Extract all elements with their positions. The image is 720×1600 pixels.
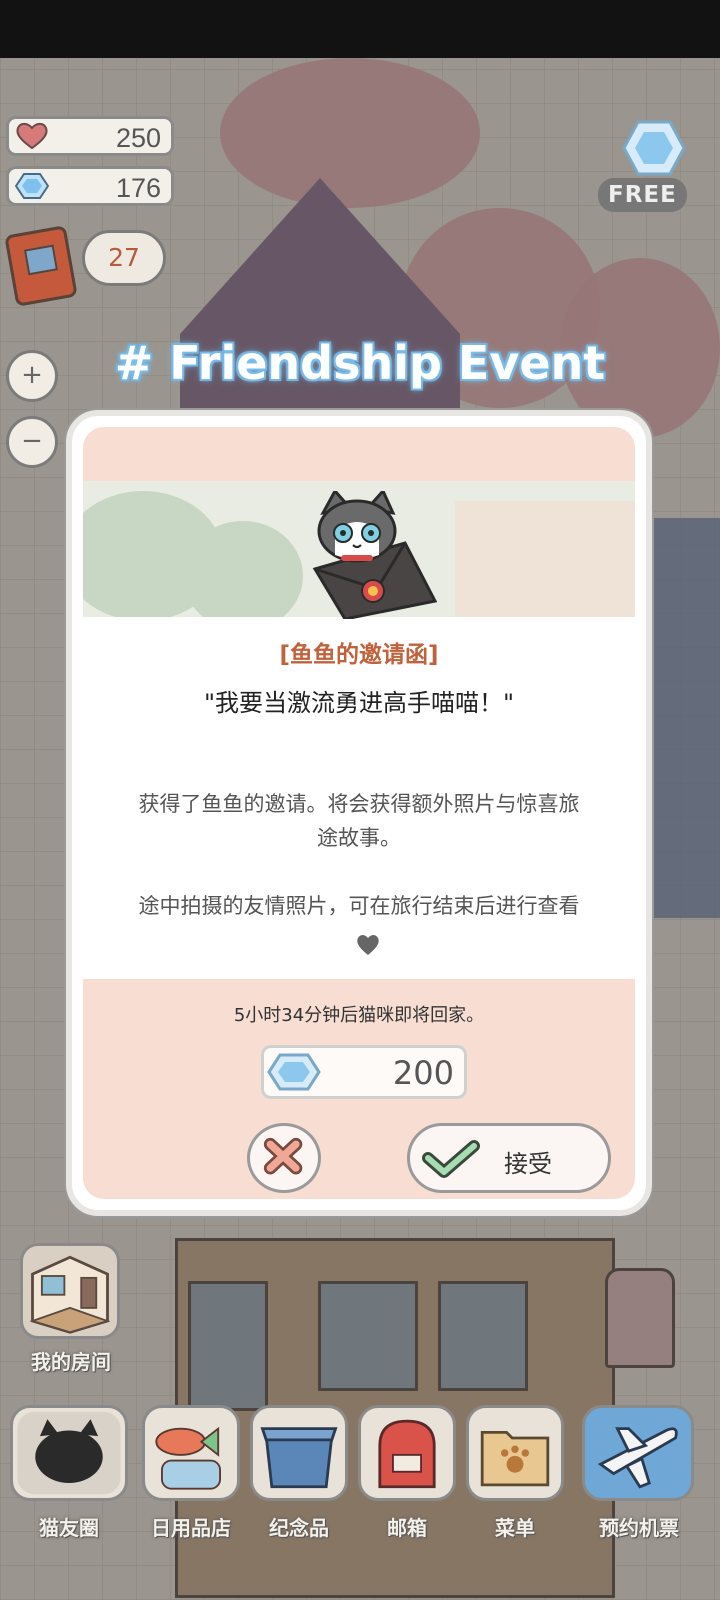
dialog-header <box>83 427 635 481</box>
room-icon <box>29 1255 111 1334</box>
cat-friends-icon <box>17 1411 121 1495</box>
gems-value: 176 <box>115 173 161 203</box>
my-room-label: 我的房间 <box>31 1350 111 1374</box>
gems-counter: 176 <box>6 166 174 206</box>
gem-icon <box>15 173 49 199</box>
accept-label: 接受 <box>504 1150 552 1178</box>
nav-souvenirs-label: 纪念品 <box>269 1516 329 1540</box>
description-line: 途故事。 <box>317 826 401 850</box>
gem-icon <box>267 1053 321 1091</box>
nav-mailbox[interactable] <box>358 1405 456 1501</box>
nav-daily-shop-label: 日用品店 <box>151 1516 231 1540</box>
nav-book-flight-label: 预约机票 <box>599 1516 679 1540</box>
messages-badge[interactable]: 27 <box>82 230 166 286</box>
cat-letter-icon <box>312 491 438 619</box>
nav-souvenirs[interactable] <box>250 1405 348 1501</box>
invitation-description: 获得了鱼鱼的邀请。将会获得额外照片与惊喜旅 途故事。 <box>107 787 611 855</box>
invitation-quote: "我要当激流勇进高手喵喵！" <box>203 689 515 717</box>
box-icon <box>260 1427 338 1489</box>
gem-cost: 200 <box>261 1045 467 1099</box>
invitation-dialog: [鱼鱼的邀请函] "我要当激流勇进高手喵喵！" 获得了鱼鱼的邀请。将会获得额外照… <box>66 410 652 1216</box>
fish-bowl-icon <box>155 1426 221 1490</box>
event-title: # Friendship Event <box>114 336 606 390</box>
airplane-icon <box>597 1427 678 1489</box>
photo-album-icon[interactable] <box>4 225 78 307</box>
invitation-title: [鱼鱼的邀请函] <box>279 642 439 668</box>
nav-daily-shop[interactable] <box>142 1405 240 1501</box>
nav-book-flight[interactable] <box>582 1405 694 1501</box>
nav-cat-friends-label: 猫友圈 <box>39 1516 99 1540</box>
accept-button[interactable]: 接受 <box>407 1123 611 1193</box>
nav-menu[interactable] <box>466 1405 564 1501</box>
decline-button[interactable] <box>247 1123 321 1193</box>
hearts-counter: 250 <box>6 116 174 156</box>
free-gem-icon[interactable] <box>622 118 686 178</box>
heart-icon <box>16 122 48 150</box>
check-icon <box>422 1140 480 1178</box>
gem-cost-value: 200 <box>392 1054 454 1092</box>
game-screen: 250 176 27 + − FREE # Friendship Event [… <box>0 0 720 1600</box>
nav-cat-friends[interactable] <box>10 1405 128 1501</box>
my-room-button[interactable] <box>20 1243 120 1339</box>
nav-menu-label: 菜单 <box>495 1516 535 1540</box>
zoom-out-button[interactable]: − <box>6 416 58 468</box>
free-gem-button[interactable]: FREE <box>598 178 687 212</box>
description-line: 获得了鱼鱼的邀请。将会获得额外照片与惊喜旅 <box>138 792 580 816</box>
close-icon <box>263 1137 303 1175</box>
mailbox-icon <box>378 1419 436 1489</box>
folder-paw-icon <box>480 1430 550 1487</box>
heart-icon <box>357 935 379 955</box>
hearts-value: 250 <box>115 123 161 153</box>
photo-note: 途中拍摄的友情照片，可在旅行结束后进行查看 <box>138 894 580 918</box>
return-time-text: 5小时34分钟后猫咪即将回家。 <box>233 1005 485 1026</box>
nav-mailbox-label: 邮箱 <box>387 1516 427 1540</box>
